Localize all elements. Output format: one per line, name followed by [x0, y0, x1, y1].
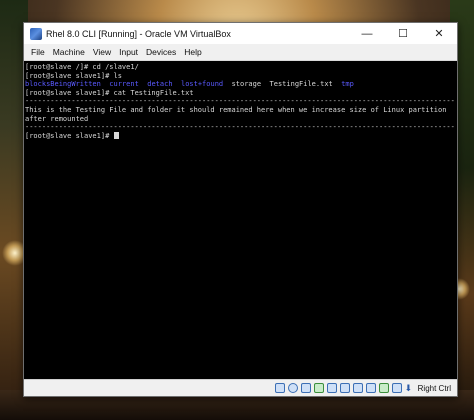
close-button[interactable]: ✕ — [421, 23, 457, 44]
host-key-label: Right Ctrl — [417, 383, 451, 393]
title-bar[interactable]: Rhel 8.0 CLI [Running] - Oracle VM Virtu… — [24, 23, 457, 44]
cpu-icon[interactable] — [378, 383, 389, 393]
menu-bar: File Machine View Input Devices Help — [24, 44, 457, 61]
menu-machine[interactable]: Machine — [49, 47, 89, 57]
virtualbox-window[interactable]: Rhel 8.0 CLI [Running] - Oracle VM Virtu… — [23, 22, 458, 397]
ls-entry: current — [109, 80, 139, 89]
menu-devices[interactable]: Devices — [142, 47, 180, 57]
shell-prompt: [root@slave slave1]# — [25, 131, 114, 140]
mouse-integration-icon[interactable] — [391, 383, 402, 393]
vm-console-screen[interactable]: [root@slave /]# cd /slave1/ [root@slave … — [24, 61, 457, 380]
file-content-line: after remounted — [25, 114, 89, 123]
window-controls: — ☐ ✕ — [349, 23, 457, 44]
video-capture-icon[interactable] — [365, 383, 376, 393]
text-cursor — [113, 131, 119, 139]
minimize-button[interactable]: — — [349, 23, 385, 44]
display-icon[interactable] — [352, 383, 363, 393]
menu-file[interactable]: File — [27, 47, 49, 57]
separator-line: ----------------------------------------… — [25, 97, 455, 106]
optical-drive-icon[interactable] — [287, 383, 298, 393]
ls-entry: lost+found — [180, 80, 224, 89]
menu-help[interactable]: Help — [180, 47, 205, 57]
window-title: Rhel 8.0 CLI [Running] - Oracle VM Virtu… — [46, 28, 231, 39]
ls-entry: tmp — [341, 80, 354, 89]
terminal-line: [root@slave slave1]# cat TestingFile.txt — [25, 88, 194, 97]
menu-view[interactable]: View — [89, 47, 115, 57]
audio-icon[interactable] — [300, 383, 311, 393]
usb-icon[interactable] — [326, 383, 337, 393]
maximize-button[interactable]: ☐ — [385, 23, 421, 44]
hard-disk-icon[interactable] — [274, 383, 285, 393]
file-content-line: This is the Testing File and folder it s… — [25, 105, 447, 114]
shared-folder-icon[interactable] — [339, 383, 350, 393]
terminal-line: [root@slave /]# cd /slave1/ — [25, 63, 139, 71]
menu-input[interactable]: Input — [115, 47, 142, 57]
ls-entry: detach — [147, 80, 173, 89]
ls-entry: blocksBeingWritten — [25, 80, 101, 89]
ls-entry: TestingFile.txt — [269, 80, 333, 89]
virtualbox-app-icon — [30, 27, 42, 40]
ls-output-line: blocksBeingWritten current detach lost+f… — [25, 80, 456, 89]
keyboard-icon[interactable]: ⬇ — [405, 383, 413, 393]
ls-entry: storage — [231, 80, 262, 89]
separator-line: ----------------------------------------… — [25, 123, 455, 132]
network-icon[interactable] — [313, 383, 324, 393]
prompt-line: [root@slave slave1]# — [25, 131, 456, 141]
terminal-line: [root@slave slave1]# ls — [25, 71, 122, 80]
status-bar: ⬇ Right Ctrl — [24, 379, 457, 396]
